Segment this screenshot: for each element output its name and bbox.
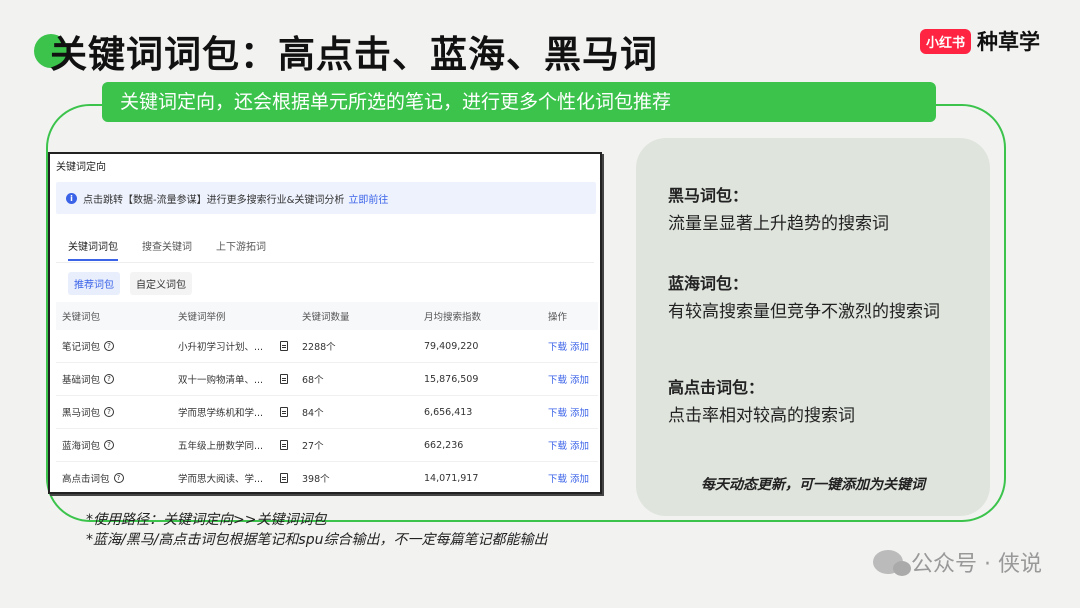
keyword-count: 68个	[302, 375, 324, 386]
add-link[interactable]: 添加	[570, 474, 589, 485]
recommended-package-button[interactable]: 推荐词包	[68, 272, 120, 295]
info-notice: i 点击跳转【数据-流量参谋】进行更多搜索行业&关键词分析 立即前往	[56, 182, 596, 214]
help-icon[interactable]: ?	[104, 407, 115, 417]
block-desc: 点击率相对较高的搜索词	[668, 406, 855, 426]
table-row: 黑马词包? 学而思学练机和学... 84个 6,656,413 下载 添加	[56, 396, 598, 429]
keyword-example: 双十一购物清单、...	[178, 375, 264, 386]
package-name: 高点击词包	[62, 474, 110, 485]
package-name: 基础词包	[62, 375, 101, 386]
help-icon[interactable]: ?	[113, 473, 124, 483]
document-icon[interactable]	[280, 374, 288, 384]
keyword-targeting-screenshot: 关键词定向 i 点击跳转【数据-流量参谋】进行更多搜索行业&关键词分析 立即前往…	[48, 152, 602, 494]
explanation-panel: 黑马词包： 流量呈显著上升趋势的搜索词 蓝海词包： 有较高搜索量但竞争不激烈的搜…	[636, 138, 990, 516]
document-icon[interactable]	[280, 473, 288, 483]
document-icon[interactable]	[280, 407, 288, 417]
keyword-example: 小升初学习计划、...	[178, 342, 264, 353]
wechat-icon	[873, 550, 912, 576]
table-header: 关键词包 关键词举例 关键词数量 月均搜索指数 操作	[56, 302, 598, 330]
keyword-example: 学而思学练机和学...	[178, 408, 264, 419]
block-desc: 流量呈显著上升趋势的搜索词	[668, 214, 889, 234]
add-link[interactable]: 添加	[570, 342, 589, 353]
monthly-search-index: 662,236	[424, 439, 464, 451]
table-row: 基础词包? 双十一购物清单、... 68个 15,876,509 下载 添加	[56, 363, 598, 396]
monthly-search-index: 79,409,220	[424, 340, 479, 352]
xiaohongshu-logo: 小红书	[919, 28, 971, 54]
brand-name: 种草学	[977, 30, 1040, 54]
note-line: *蓝海/黑马/高点击词包根据笔记和spu综合输出，不一定每篇笔记都能输出	[86, 532, 548, 548]
monthly-search-index: 14,071,917	[424, 472, 479, 484]
tab-bar: 关键词词包 搜查关键词 上下游拓词	[68, 238, 266, 261]
download-link[interactable]: 下载	[548, 441, 567, 452]
monthly-search-index: 15,876,509	[424, 373, 479, 385]
banner: 关键词定向，还会根据单元所选的笔记，进行更多个性化词包推荐	[102, 82, 936, 122]
download-link[interactable]: 下载	[548, 474, 567, 485]
download-link[interactable]: 下载	[548, 408, 567, 419]
add-link[interactable]: 添加	[570, 375, 589, 386]
table-row: 蓝海词包? 五年级上册数学同... 27个 662,236 下载 添加	[56, 429, 598, 462]
go-now-link[interactable]: 立即前往	[348, 191, 388, 206]
download-link[interactable]: 下载	[548, 375, 567, 386]
block-desc: 有较高搜索量但竞争不激烈的搜索词	[668, 302, 940, 322]
watermark: 公众号 · 侠说	[873, 546, 1042, 578]
block-title: 黑马词包：	[668, 186, 749, 205]
add-link[interactable]: 添加	[570, 441, 589, 452]
brand-logo: 小红书 种草学	[919, 26, 1040, 56]
column-header: 关键词包	[62, 312, 101, 323]
table-row: 笔记词包? 小升初学习计划、... 2288个 79,409,220 下载 添加	[56, 330, 598, 363]
custom-package-button[interactable]: 自定义词包	[130, 272, 192, 295]
package-name: 蓝海词包	[62, 441, 101, 452]
watermark-text: 公众号 · 侠说	[911, 552, 1042, 577]
section-title: 关键词定向	[56, 162, 106, 173]
keyword-count: 27个	[302, 441, 324, 452]
download-link[interactable]: 下载	[548, 342, 567, 353]
add-link[interactable]: 添加	[570, 408, 589, 419]
block-title: 高点击词包：	[668, 378, 765, 397]
keyword-package-table: 关键词包 关键词举例 关键词数量 月均搜索指数 操作 笔记词包? 小升初学习计划…	[56, 302, 598, 492]
column-header: 月均搜索指数	[424, 312, 482, 323]
package-name: 黑马词包	[62, 408, 101, 419]
slide-title: 关键词词包：高点击、蓝海、黑马词	[50, 33, 658, 76]
dark-horse-block: 黑马词包： 流量呈显著上升趋势的搜索词	[668, 184, 889, 236]
tab-expand-keyword[interactable]: 上下游拓词	[216, 238, 266, 261]
notice-text: 点击跳转【数据-流量参谋】进行更多搜索行业&关键词分析	[83, 194, 345, 206]
column-header: 关键词数量	[302, 312, 350, 323]
package-type-toggle: 推荐词包 自定义词包	[68, 272, 192, 295]
usage-notes: *使用路径：关键词定向>>关键词词包 *蓝海/黑马/高点击词包根据笔记和spu综…	[86, 510, 548, 550]
column-header: 关键词举例	[178, 312, 226, 323]
info-icon: i	[66, 192, 77, 204]
block-title: 蓝海词包：	[668, 274, 749, 293]
column-header: 操作	[548, 312, 568, 323]
keyword-example: 学而思大阅读、学...	[178, 474, 264, 485]
document-icon[interactable]	[280, 341, 288, 351]
help-icon[interactable]: ?	[104, 341, 115, 351]
tab-search-keyword[interactable]: 搜查关键词	[142, 238, 192, 261]
blue-ocean-block: 蓝海词包： 有较高搜索量但竞争不激烈的搜索词	[668, 272, 968, 324]
high-click-block: 高点击词包： 点击率相对较高的搜索词	[668, 376, 855, 428]
keyword-count: 398个	[302, 474, 330, 485]
note-line: *使用路径：关键词定向>>关键词词包	[86, 512, 327, 528]
panel-footer: 每天动态更新，可一键添加为关键词	[701, 477, 925, 493]
help-icon[interactable]: ?	[104, 374, 115, 384]
table-row: 高点击词包? 学而思大阅读、学... 398个 14,071,917 下载 添加	[56, 462, 598, 492]
keyword-example: 五年级上册数学同...	[178, 441, 264, 452]
document-icon[interactable]	[280, 440, 288, 450]
keyword-count: 2288个	[302, 342, 336, 353]
help-icon[interactable]: ?	[104, 440, 115, 450]
monthly-search-index: 6,656,413	[424, 406, 473, 418]
tab-keyword-package[interactable]: 关键词词包	[68, 238, 118, 261]
keyword-count: 84个	[302, 408, 324, 419]
package-name: 笔记词包	[62, 342, 101, 353]
tab-divider	[56, 262, 594, 263]
